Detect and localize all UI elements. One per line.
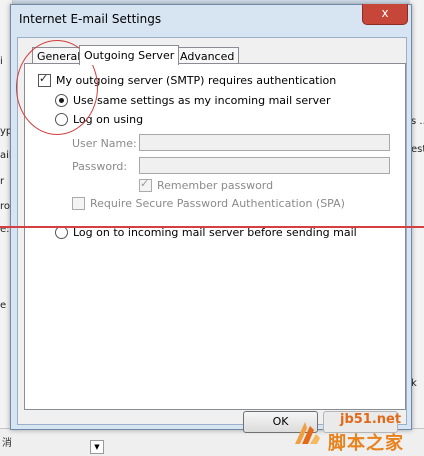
- requires-auth-label: My outgoing server (SMTP) requires authe…: [56, 74, 337, 87]
- watermark-cn: 脚本之家: [328, 433, 404, 454]
- tab-outgoing-server[interactable]: Outgoing Server: [79, 45, 180, 65]
- remember-password-checkbox[interactable]: Remember password: [139, 177, 274, 192]
- password-label: Password:: [72, 160, 128, 173]
- user-name-input[interactable]: [139, 134, 390, 151]
- watermark-logo-icon: [295, 422, 320, 444]
- radio-unselected-icon[interactable]: [55, 226, 68, 239]
- spa-checkbox[interactable]: Require Secure Password Authentication (…: [72, 197, 345, 210]
- user-name-label: User Name:: [72, 137, 137, 150]
- remember-password-label: Remember password: [157, 179, 274, 192]
- background-text: k: [411, 378, 417, 389]
- password-input[interactable]: [139, 157, 390, 174]
- background-dropdown-arrow: ▼: [90, 440, 104, 454]
- log-on-incoming-radio[interactable]: Log on to incoming mail server before se…: [55, 226, 357, 239]
- close-button[interactable]: x: [362, 4, 408, 25]
- watermark: jb51.net 脚本之家: [290, 412, 424, 455]
- spa-label: Require Secure Password Authentication (…: [90, 197, 345, 210]
- log-on-incoming-label: Log on to incoming mail server before se…: [73, 226, 357, 239]
- checkbox-checked-icon[interactable]: [139, 177, 152, 192]
- watermark-site: jb51.net: [340, 412, 402, 427]
- background-text: 消: [2, 438, 12, 449]
- background-text: est: [411, 144, 424, 155]
- dialog-title: Internet E-mail Settings: [19, 12, 162, 26]
- checkbox-unchecked-icon[interactable]: [72, 197, 85, 210]
- annotation-line: [0, 226, 424, 228]
- use-same-settings-label: Use same settings as my incoming mail se…: [73, 94, 331, 107]
- background-text: s ...: [411, 116, 424, 127]
